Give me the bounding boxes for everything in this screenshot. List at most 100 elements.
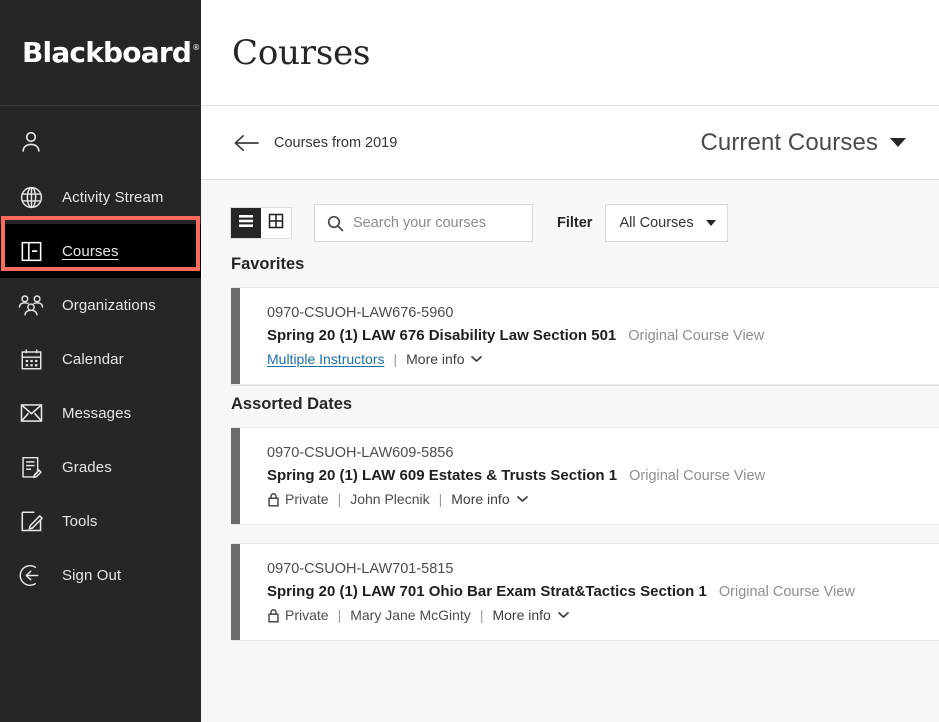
card-accent-bar (231, 544, 240, 640)
card-accent-bar (231, 288, 240, 384)
grid-view-button[interactable] (261, 208, 291, 238)
sidebar-item-label: Messages (62, 404, 132, 422)
privacy-status: Private (267, 607, 329, 623)
sign-out-icon (14, 560, 48, 590)
course-meta: Private | John Plecnik | More info (267, 491, 939, 507)
tools-pencil-icon (14, 506, 48, 536)
filter-label: Filter (557, 215, 593, 231)
course-instructors-link[interactable]: Multiple Instructors (267, 351, 384, 367)
privacy-status: Private (267, 491, 329, 507)
card-accent-bar (231, 428, 240, 524)
search-box[interactable] (314, 204, 533, 242)
grades-icon (14, 452, 48, 482)
meta-separator: | (337, 607, 342, 623)
sidebar-item-grades[interactable]: Grades (0, 440, 201, 494)
person-icon (14, 127, 48, 157)
sidebar-item-courses[interactable]: Courses (0, 224, 201, 278)
search-input[interactable] (353, 215, 523, 231)
course-name[interactable]: Spring 20 (1) LAW 701 Ohio Bar Exam Stra… (267, 583, 707, 600)
course-meta: Private | Mary Jane McGinty | More info (267, 607, 939, 623)
blackboard-logo-text: Blackboard (22, 36, 198, 69)
more-info-button[interactable]: More info (451, 491, 528, 507)
list-view-button[interactable] (231, 208, 261, 238)
course-title-row: Spring 20 (1) LAW 609 Estates & Trusts S… (267, 467, 939, 484)
course-view-mode: Original Course View (629, 468, 766, 484)
sidebar-item-activity-stream[interactable]: Activity Stream (0, 170, 201, 224)
arrow-left-icon (232, 132, 260, 154)
meta-separator: | (438, 491, 443, 507)
card-body: 0970-CSUOH-LAW676-5960 Spring 20 (1) LAW… (240, 288, 939, 384)
sidebar-item-messages[interactable]: Messages (0, 386, 201, 440)
chevron-down-icon (890, 138, 906, 147)
term-select-dropdown[interactable]: Current Courses (700, 129, 908, 157)
filter-selected-value: All Courses (619, 215, 694, 231)
course-card[interactable]: 0970-CSUOH-LAW609-5856 Spring 20 (1) LAW… (231, 427, 939, 525)
blackboard-logo[interactable]: Blackboard (0, 0, 201, 106)
course-name[interactable]: Spring 20 (1) LAW 676 Disability Law Sec… (267, 327, 616, 344)
more-info-button[interactable]: More info (492, 607, 569, 623)
course-list: 0970-CSUOH-LAW609-5856 Spring 20 (1) LAW… (201, 427, 939, 641)
course-view-mode: Original Course View (628, 328, 765, 344)
sidebar-item-tools[interactable]: Tools (0, 494, 201, 548)
section-title: Assorted Dates (231, 395, 353, 413)
sidebar-item-label: Courses (62, 242, 119, 260)
course-id: 0970-CSUOH-LAW701-5815 (267, 561, 454, 577)
privacy-label: Private (285, 607, 329, 623)
chevron-down-icon (471, 355, 483, 363)
sidebar-item-calendar[interactable]: Calendar (0, 332, 201, 386)
section-assorted-dates: Assorted Dates 0970-CSUOH-LAW609-5856 Sp… (201, 386, 939, 641)
sidebar-item-label: Sign Out (62, 566, 122, 584)
course-name[interactable]: Spring 20 (1) LAW 609 Estates & Trusts S… (267, 467, 617, 484)
lock-icon (267, 492, 280, 507)
search-icon (327, 215, 344, 232)
course-view-mode: Original Course View (718, 584, 855, 600)
more-info-label: More info (451, 491, 510, 507)
courses-toolbar: Filter All Courses (201, 180, 939, 246)
card-body: 0970-CSUOH-LAW609-5856 Spring 20 (1) LAW… (240, 428, 939, 524)
meta-separator: | (393, 351, 398, 367)
privacy-label: Private (285, 491, 329, 507)
sidebar-item-organizations[interactable]: Organizations (0, 278, 201, 332)
sidebar-item-sign-out[interactable]: Sign Out (0, 548, 201, 602)
courses-content: Filter All Courses Favorites 0970-CSUOH-… (201, 180, 939, 722)
sidebar-item-label: Activity Stream (62, 188, 164, 206)
course-id: 0970-CSUOH-LAW676-5960 (267, 305, 454, 321)
back-to-courses-2019[interactable]: Courses from 2019 (232, 132, 397, 154)
course-title-row: Spring 20 (1) LAW 676 Disability Law Sec… (267, 327, 939, 344)
sidebar-item-label: Grades (62, 458, 112, 476)
lock-icon (267, 608, 280, 623)
people-icon (14, 290, 48, 320)
course-meta: Multiple Instructors | More info (267, 351, 939, 367)
page-title: Courses (232, 32, 371, 73)
sidebar-item-label: Organizations (62, 296, 156, 314)
course-title-row: Spring 20 (1) LAW 701 Ohio Bar Exam Stra… (267, 583, 939, 600)
more-info-label: More info (406, 351, 465, 367)
card-gap (231, 525, 939, 543)
course-list: 0970-CSUOH-LAW676-5960 Spring 20 (1) LAW… (201, 287, 939, 385)
sidebar-item-label: Tools (62, 512, 98, 530)
sidebar-item-profile[interactable] (0, 114, 201, 170)
section-favorites: Favorites 0970-CSUOH-LAW676-5960 Spring … (201, 246, 939, 385)
grid-view-icon (268, 213, 284, 234)
section-title: Favorites (231, 255, 305, 273)
course-instructor: John Plecnik (350, 491, 430, 507)
more-info-button[interactable]: More info (406, 351, 483, 367)
page-header: Courses (201, 0, 939, 106)
sub-header: Courses from 2019 Current Courses (201, 106, 939, 180)
chevron-down-icon (705, 220, 716, 226)
sidebar: Blackboard ® Activity Stream Courses Org… (0, 0, 201, 722)
course-card[interactable]: 0970-CSUOH-LAW701-5815 Spring 20 (1) LAW… (231, 543, 939, 641)
course-card[interactable]: 0970-CSUOH-LAW676-5960 Spring 20 (1) LAW… (231, 287, 939, 385)
blackboard-courses-page: Blackboard ® Activity Stream Courses Org… (0, 0, 939, 722)
more-info-label: More info (492, 607, 551, 623)
chevron-down-icon (516, 495, 528, 503)
view-toggle-group (230, 207, 292, 239)
course-id: 0970-CSUOH-LAW609-5856 (267, 445, 454, 461)
main-content: Courses Courses from 2019 Current Course… (201, 0, 939, 722)
filter-dropdown[interactable]: All Courses (605, 204, 728, 242)
sidebar-item-label: Calendar (62, 350, 124, 368)
sidebar-nav: Activity Stream Courses Organizations Ca… (0, 106, 201, 602)
list-view-icon (238, 214, 254, 233)
book-icon (14, 236, 48, 266)
meta-separator: | (479, 607, 484, 623)
